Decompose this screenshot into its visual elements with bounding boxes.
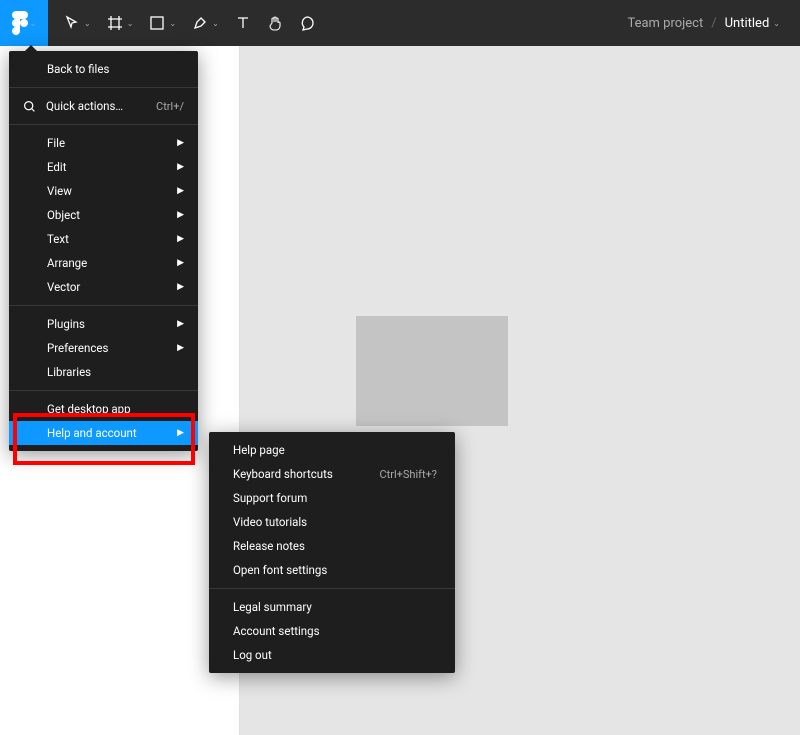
comment-icon (299, 15, 315, 31)
chevron-right-icon: ▶ (177, 234, 184, 244)
menu-separator (9, 124, 198, 125)
menu-text[interactable]: Text▶ (9, 227, 198, 251)
search-icon (23, 100, 36, 113)
menu-vector[interactable]: Vector▶ (9, 275, 198, 299)
figma-logo-icon (12, 11, 28, 35)
text-tool[interactable] (227, 9, 259, 37)
menu-preferences[interactable]: Preferences▶ (9, 336, 198, 360)
menu-quick-actions[interactable]: Quick actions… Ctrl+/ (9, 94, 198, 118)
submenu-release-notes[interactable]: Release notes (209, 534, 455, 558)
submenu-open-font-settings[interactable]: Open font settings (209, 558, 455, 582)
submenu-account-settings[interactable]: Account settings (209, 619, 455, 643)
menu-view[interactable]: View▶ (9, 179, 198, 203)
menu-separator (9, 390, 198, 391)
menu-separator (9, 87, 198, 88)
submenu-keyboard-shortcuts[interactable]: Keyboard shortcutsCtrl+Shift+? (209, 462, 455, 486)
shape-tool[interactable]: ⌄ (141, 9, 184, 37)
chevron-right-icon: ▶ (177, 428, 184, 438)
menu-get-desktop-app[interactable]: Get desktop app (9, 397, 198, 421)
chevron-down-icon: ⌄ (127, 19, 134, 28)
chevron-down-icon: ⌄ (169, 19, 176, 28)
move-tool[interactable]: ⌄ (56, 9, 99, 37)
hand-tool[interactable] (259, 9, 291, 37)
menu-separator (9, 305, 198, 306)
canvas-rectangle[interactable] (356, 316, 508, 426)
help-submenu: Help page Keyboard shortcutsCtrl+Shift+?… (209, 432, 455, 673)
chevron-right-icon: ▶ (177, 162, 184, 172)
chevron-down-icon: ⌄ (30, 19, 37, 28)
file-name: Untitled (725, 16, 770, 31)
file-title[interactable]: Team project / Untitled ⌄ (627, 16, 800, 31)
submenu-video-tutorials[interactable]: Video tutorials (209, 510, 455, 534)
toolbar-tools: ⌄ ⌄ ⌄ ⌄ (48, 9, 323, 37)
pointer-icon (64, 15, 80, 31)
chevron-right-icon: ▶ (177, 186, 184, 196)
main-menu: Back to files Quick actions… Ctrl+/ File… (9, 51, 198, 451)
menu-plugins[interactable]: Plugins▶ (9, 312, 198, 336)
chevron-down-icon: ⌄ (773, 19, 780, 28)
separator: / (711, 16, 716, 31)
main-menu-button[interactable]: ⌄ (0, 0, 48, 46)
menu-back-to-files[interactable]: Back to files (9, 57, 198, 81)
frame-tool[interactable]: ⌄ (99, 9, 142, 37)
chevron-right-icon: ▶ (177, 258, 184, 268)
chevron-down-icon: ⌄ (212, 19, 219, 28)
menu-libraries[interactable]: Libraries (9, 360, 198, 384)
menu-help-and-account[interactable]: Help and account▶ (9, 421, 198, 445)
chevron-right-icon: ▶ (177, 319, 184, 329)
submenu-log-out[interactable]: Log out (209, 643, 455, 667)
top-toolbar: ⌄ ⌄ ⌄ ⌄ ⌄ Team project / Un (0, 0, 800, 46)
team-name: Team project (627, 16, 703, 31)
menu-object[interactable]: Object▶ (9, 203, 198, 227)
comment-tool[interactable] (291, 9, 323, 37)
pen-icon (192, 15, 208, 31)
rectangle-icon (149, 15, 165, 31)
chevron-right-icon: ▶ (177, 343, 184, 353)
frame-icon (107, 15, 123, 31)
menu-separator (209, 588, 455, 589)
menu-arrange[interactable]: Arrange▶ (9, 251, 198, 275)
submenu-support-forum[interactable]: Support forum (209, 486, 455, 510)
submenu-legal-summary[interactable]: Legal summary (209, 595, 455, 619)
chevron-down-icon: ⌄ (84, 19, 91, 28)
chevron-right-icon: ▶ (177, 210, 184, 220)
menu-edit[interactable]: Edit▶ (9, 155, 198, 179)
chevron-right-icon: ▶ (177, 138, 184, 148)
text-icon (235, 15, 251, 31)
submenu-help-page[interactable]: Help page (209, 438, 455, 462)
hand-icon (267, 15, 283, 31)
pen-tool[interactable]: ⌄ (184, 9, 227, 37)
chevron-right-icon: ▶ (177, 282, 184, 292)
menu-file[interactable]: File▶ (9, 131, 198, 155)
